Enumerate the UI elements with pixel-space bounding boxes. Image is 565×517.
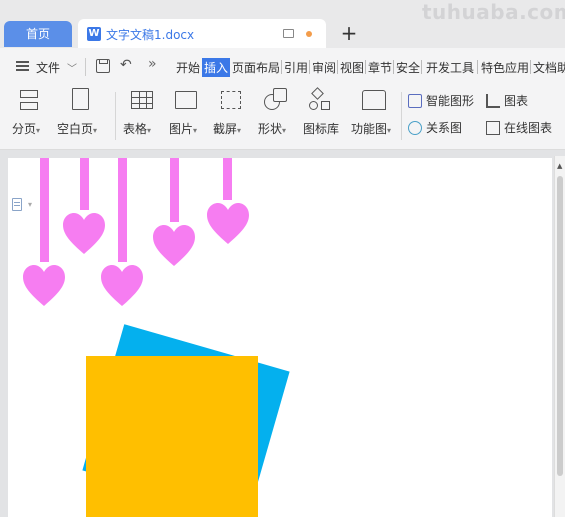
chevron-down-icon[interactable]: ▾ [28,200,32,209]
menu-row: 文件 ﹀ ↶ » 开始 插入 页面布局 引用 审阅 视图 章节 安全 开发工具 … [0,48,565,86]
menu-item-layout[interactable]: 页面布局 [232,59,280,76]
menu-item-review[interactable]: 审阅 [312,59,336,76]
relation-chart-icon [408,121,422,135]
blank-page-icon [72,88,89,110]
scroll-up-icon[interactable]: ▲ [557,162,562,170]
menu-item-security[interactable]: 安全 [396,59,420,76]
divider [337,60,338,74]
divider [309,60,310,74]
chart-tool[interactable]: 图表 [486,92,528,109]
unsaved-dot-icon [306,31,312,37]
heart-shape[interactable] [152,224,196,268]
smart-art-label: 智能图形 [426,94,475,108]
word-doc-icon: W [87,27,101,41]
menu-item-doc-helper[interactable]: 文档助 [533,59,565,76]
heart-string [223,158,232,200]
screenshot-icon [221,91,241,109]
divider [530,60,531,74]
icon-library-icon-square [321,101,330,110]
bar-chart-icon [486,94,500,108]
divider [281,60,282,74]
heart-string [118,158,127,262]
function-chart-label: 功能图 [351,122,388,136]
orange-rectangle-shape[interactable] [86,356,258,517]
menu-item-insert[interactable]: 插入 [202,58,231,77]
vertical-scrollbar[interactable]: ▲ [554,156,565,517]
chevron-down-icon[interactable]: ﹀ [67,60,77,75]
menu-item-view[interactable]: 视图 [340,59,364,76]
table-icon [131,91,153,109]
chart-label: 图表 [504,94,529,108]
menu-item-chapter[interactable]: 章节 [368,59,392,76]
smart-art-tool[interactable]: 智能图形 [408,92,474,109]
icon-library-label: 图标库 [303,122,340,136]
divider [401,92,402,140]
shape-label: 形状 [258,122,283,136]
divider [365,60,366,74]
divider [85,58,86,76]
heart-string [40,158,49,262]
table-label: 表格 [123,122,148,136]
undo-icon[interactable]: ↶ [120,57,132,73]
picture-icon [175,91,197,109]
tab-home[interactable]: 首页 [4,21,72,47]
menu-item-features[interactable]: 特色应用 [481,59,529,76]
hamburger-icon[interactable] [16,61,29,71]
tab-bar: 首页 W 文字文稿1.docx + tuhuaba.com [0,0,565,48]
online-chart-label: 在线图表 [504,121,553,135]
scrollbar-thumb[interactable] [557,176,563,476]
screenshot-label: 截屏 [213,122,238,136]
relation-chart-tool[interactable]: 关系图 [408,119,462,136]
menu-item-references[interactable]: 引用 [284,59,308,76]
page-break-label: 分页 [12,122,37,136]
menu-item-start[interactable]: 开始 [176,59,200,76]
smart-art-icon [408,94,422,108]
paragraph-icon[interactable] [12,198,22,211]
shape-icon-square [273,88,287,102]
page-break-icon-lower [20,102,38,110]
heart-shape[interactable] [62,212,106,256]
online-chart-tool[interactable]: 在线图表 [486,119,552,136]
divider [421,60,422,74]
menu-item-developer[interactable]: 开发工具 [426,59,474,76]
divider [393,60,394,74]
heart-string [80,158,89,210]
monitor-icon[interactable] [283,29,294,38]
page-break-icon [20,90,38,98]
picture-label: 图片 [169,122,194,136]
more-icon[interactable]: » [148,56,157,72]
heart-shape[interactable] [100,264,144,308]
wps-window: 首页 W 文字文稿1.docx + tuhuaba.com 文件 ﹀ ↶ » 开… [0,0,565,517]
heart-shape[interactable] [22,264,66,308]
icon-library-icon [311,87,324,100]
save-icon[interactable] [96,59,110,73]
blank-page-label: 空白页 [57,122,94,136]
tab-document[interactable]: W 文字文稿1.docx [78,19,326,48]
heart-string [170,158,179,222]
tab-document-title: 文字文稿1.docx [106,28,195,42]
heart-shape[interactable] [206,202,250,246]
divider [477,60,478,74]
new-tab-button[interactable]: + [338,22,360,44]
relation-chart-label: 关系图 [426,121,463,135]
icon-library-icon-circle [309,101,318,110]
divider [115,92,116,140]
online-chart-icon [486,121,500,135]
watermark: tuhuaba.com [422,0,565,24]
function-chart-icon [362,90,386,110]
ribbon: 文件 ﹀ ↶ » 开始 插入 页面布局 引用 审阅 视图 章节 安全 开发工具 … [0,48,565,150]
file-menu[interactable]: 文件 [36,59,60,76]
